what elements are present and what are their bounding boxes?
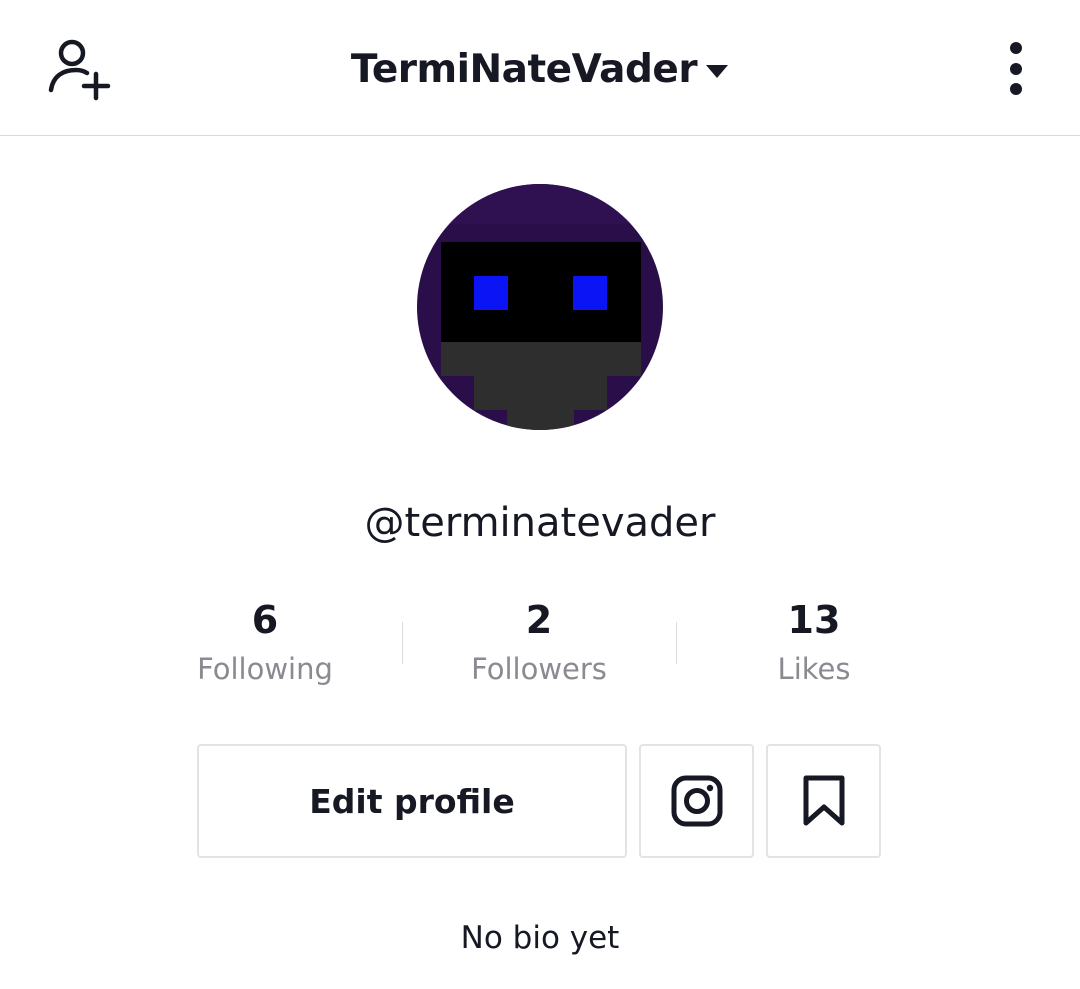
- profile-handle: @terminatevader: [364, 500, 716, 546]
- account-switcher[interactable]: TermiNateVader: [0, 44, 1080, 94]
- more-options-button[interactable]: [1002, 40, 1030, 98]
- followers-count: 2: [525, 598, 553, 642]
- edit-profile-button[interactable]: Edit profile: [197, 744, 627, 858]
- stat-divider: [676, 622, 677, 664]
- following-count: 6: [251, 598, 279, 642]
- favorites-button[interactable]: [766, 744, 881, 858]
- stat-followers[interactable]: 2 Followers: [409, 594, 669, 686]
- avatar-image: [417, 184, 663, 430]
- instagram-icon: [671, 775, 722, 827]
- avatar-body-middle: [474, 376, 607, 410]
- following-label: Following: [197, 652, 333, 686]
- avatar-top-shade: [417, 184, 663, 224]
- avatar-visor: [441, 242, 641, 342]
- caret-down-icon: [706, 65, 729, 78]
- avatar-body-lower: [507, 410, 574, 430]
- stat-likes[interactable]: 13 Likes: [684, 594, 944, 686]
- avatar-body-upper: [441, 342, 641, 376]
- likes-count: 13: [787, 598, 841, 642]
- avatar[interactable]: [417, 184, 663, 430]
- followers-label: Followers: [471, 652, 607, 686]
- stat-following[interactable]: 6 Following: [135, 594, 395, 686]
- bio-text[interactable]: No bio yet: [0, 920, 1080, 956]
- stat-divider: [402, 622, 403, 664]
- username-title: TermiNateVader: [350, 46, 698, 92]
- instagram-button[interactable]: [639, 744, 754, 858]
- more-vertical-icon: [1010, 42, 1022, 95]
- avatar-left-eye: [474, 276, 508, 310]
- avatar-right-eye: [573, 276, 607, 310]
- bookmark-icon: [803, 775, 844, 826]
- likes-label: Likes: [777, 652, 851, 686]
- top-bar: TermiNateVader: [0, 0, 1080, 136]
- edit-profile-label: Edit profile: [309, 781, 515, 821]
